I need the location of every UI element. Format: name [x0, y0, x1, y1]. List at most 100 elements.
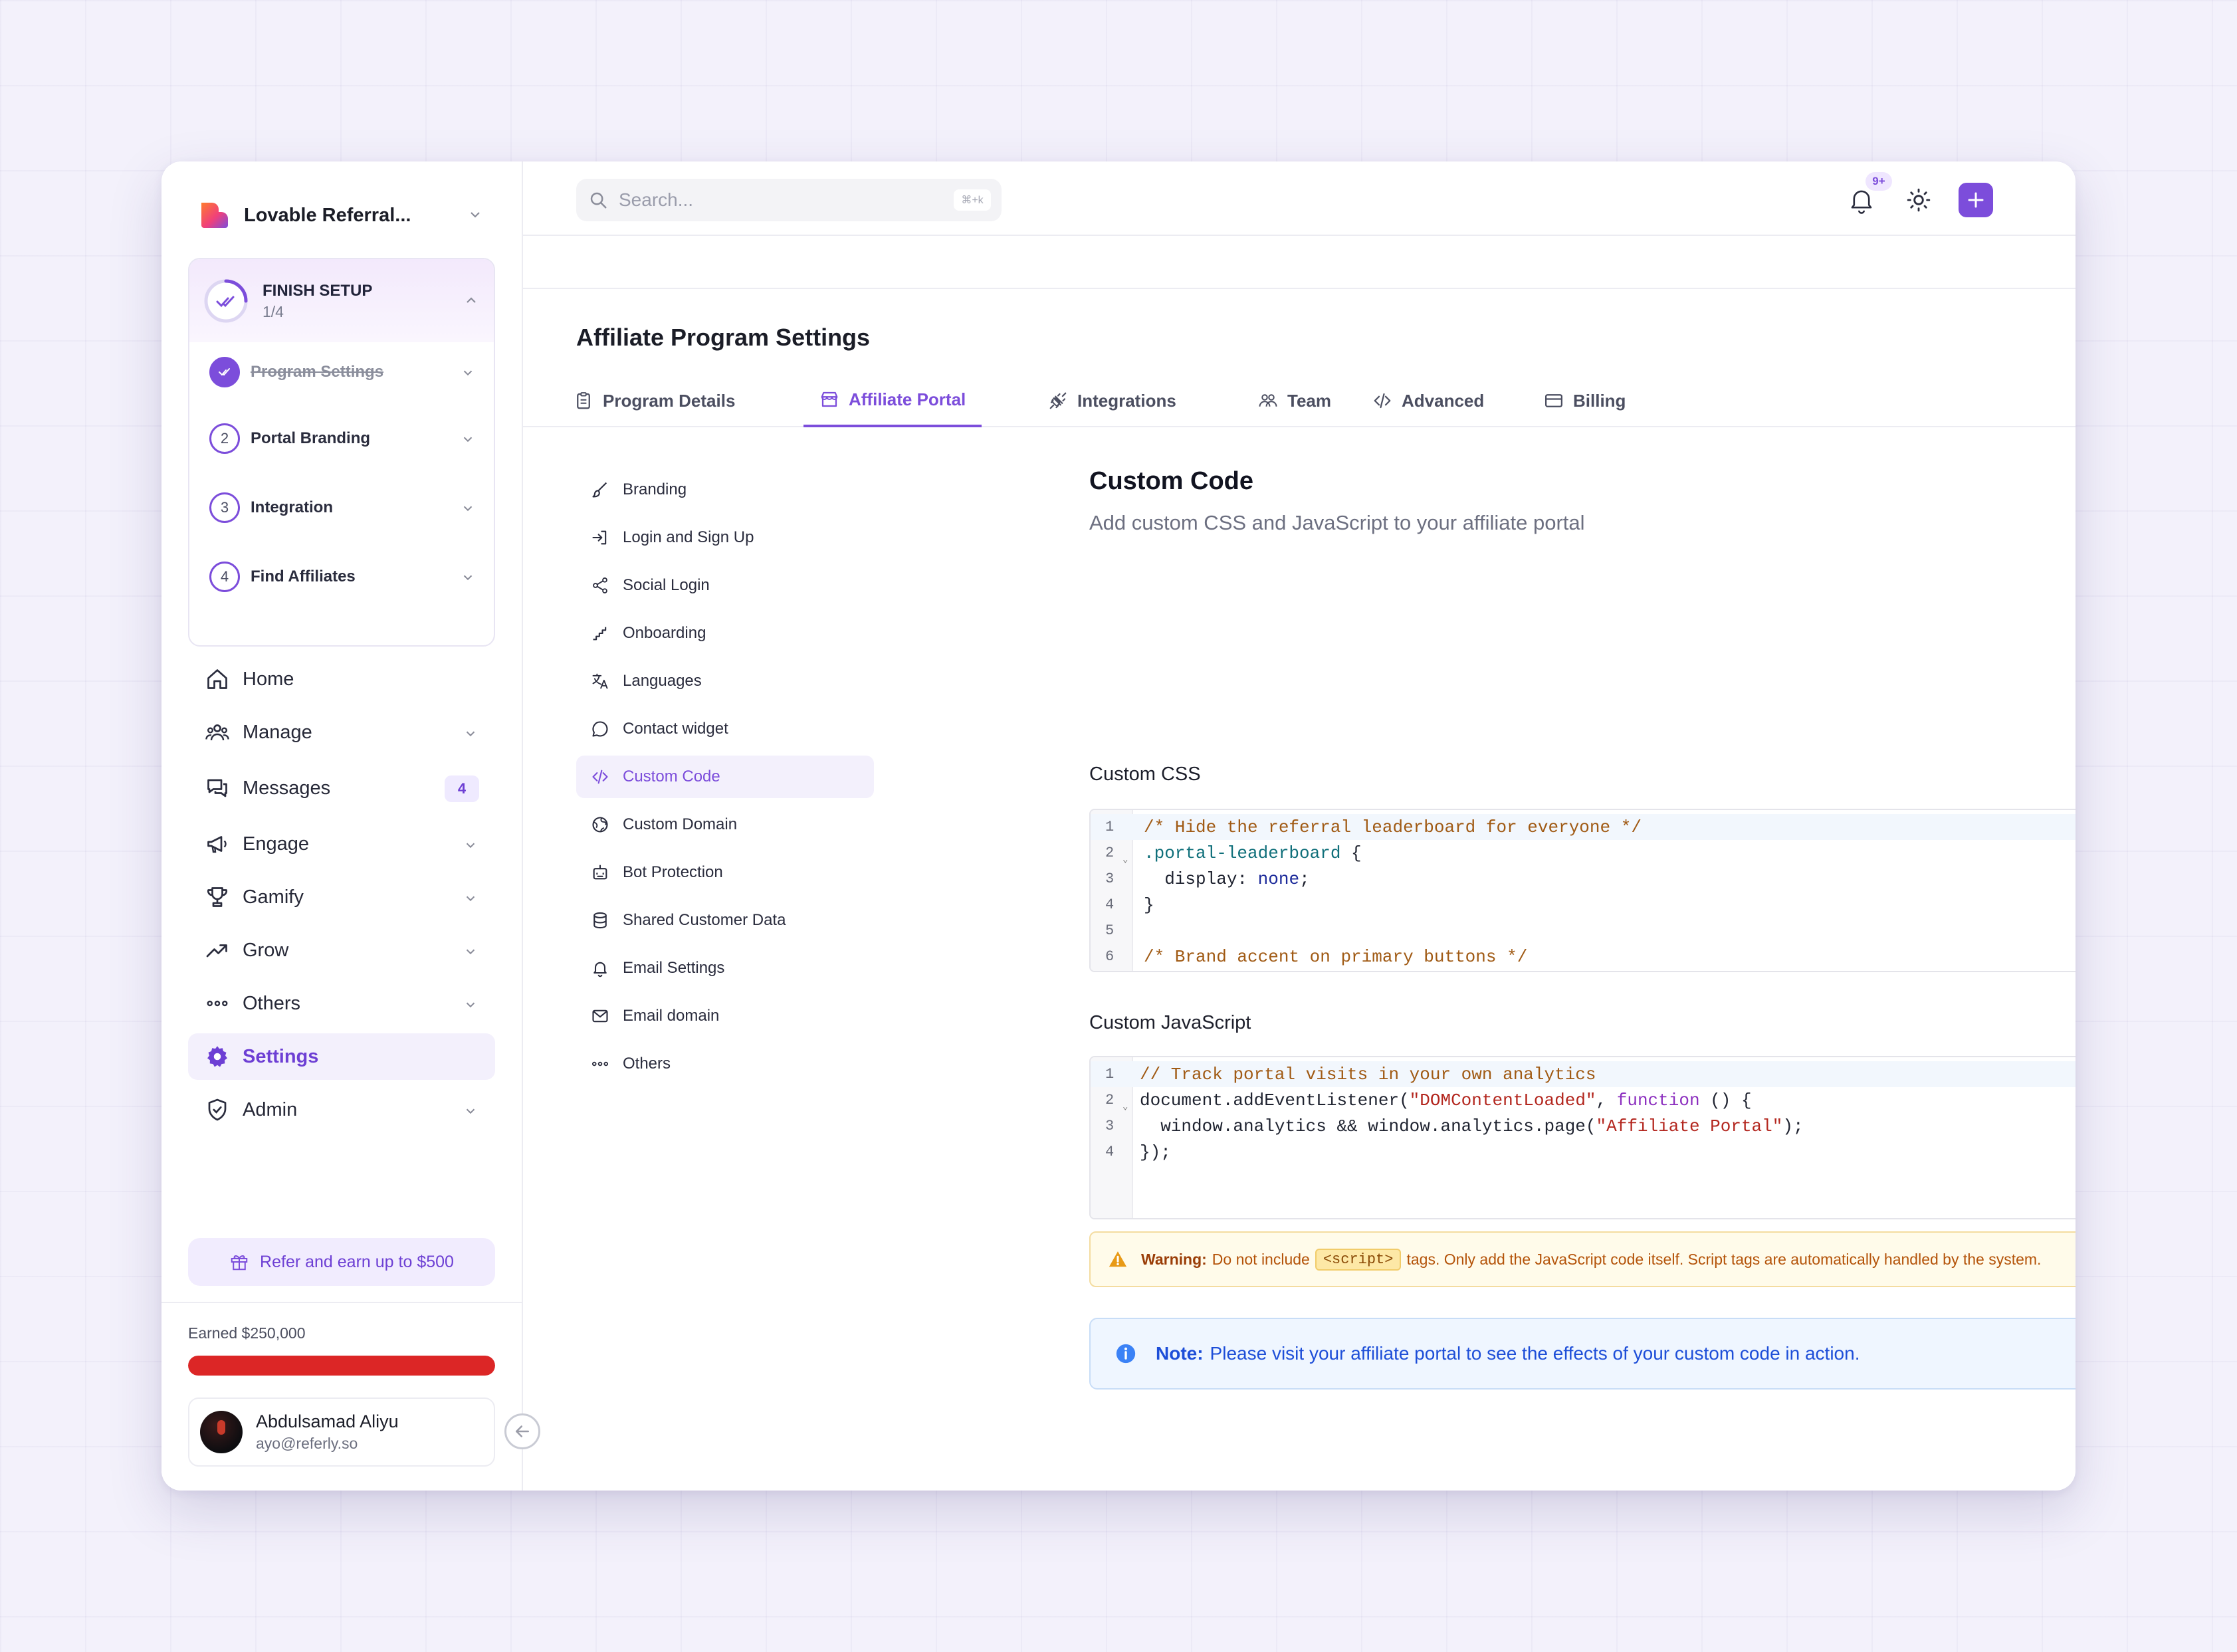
user-name: Abdulsamad Aliyu	[256, 1411, 399, 1431]
menu-item-bot-protection[interactable]: Bot Protection	[576, 851, 874, 894]
code-line: 4}	[1105, 894, 1154, 915]
more-icon	[204, 990, 231, 1017]
chevron-down-icon	[463, 838, 478, 853]
sun-icon	[1906, 187, 1931, 213]
tab-advanced[interactable]: Advanced	[1356, 374, 1500, 427]
tab-team[interactable]: Team	[1242, 374, 1347, 427]
more-icon	[591, 1055, 623, 1073]
nav-others[interactable]: Others	[188, 980, 495, 1027]
search-input[interactable]	[619, 189, 924, 211]
brush-icon	[591, 480, 623, 499]
nav-label: Manage	[243, 721, 312, 743]
setup-progress-ring-icon	[203, 278, 249, 324]
tab-label: Advanced	[1402, 390, 1485, 411]
brand-logo-icon	[197, 199, 231, 232]
tab-integrations[interactable]: Integrations	[1032, 374, 1192, 427]
collapse-sidebar-button[interactable]	[504, 1413, 540, 1449]
nav-settings[interactable]: Settings	[188, 1033, 495, 1080]
main-area: ⌘+k 9+ Affiliate Program Settings Progra…	[523, 161, 2076, 1491]
tab-billing[interactable]: Billing	[1528, 374, 1642, 427]
menu-item-others[interactable]: Others	[576, 1043, 874, 1085]
menu-item-label: Onboarding	[623, 624, 706, 642]
setup-step-find-affiliates[interactable]: 4 Find Affiliates	[209, 560, 475, 594]
nav-grow[interactable]: Grow	[188, 927, 495, 974]
setup-step-integration[interactable]: 3 Integration	[209, 490, 475, 525]
setup-step-portal-branding[interactable]: 2 Portal Branding	[209, 421, 475, 456]
menu-item-label: Custom Domain	[623, 815, 738, 833]
fold-chevron-icon: ⌄	[1122, 1102, 1128, 1112]
setup-count: 1/4	[263, 303, 284, 320]
team-icon	[1258, 391, 1287, 411]
messages-icon	[204, 775, 231, 801]
create-new-button[interactable]	[1959, 183, 1993, 217]
code-line: 1/* Hide the referral leaderboard for ev…	[1091, 814, 2076, 840]
globe-icon	[591, 815, 623, 834]
search-box[interactable]: ⌘+k	[576, 179, 1002, 221]
menu-item-email-settings[interactable]: Email Settings	[576, 947, 874, 989]
home-icon	[204, 666, 231, 692]
theme-toggle-button[interactable]	[1901, 183, 1936, 217]
settings-tabs: Program Details Affiliate Portal Integra…	[523, 374, 2076, 427]
nav-gamify[interactable]: Gamify	[188, 874, 495, 920]
warning-triangle-icon	[1108, 1249, 1141, 1269]
menu-item-label: Social Login	[623, 576, 710, 594]
chevron-down-icon	[461, 501, 475, 516]
messages-count-badge: 4	[445, 775, 479, 802]
nav-label: Grow	[243, 939, 289, 961]
menu-item-social-login[interactable]: Social Login	[576, 564, 874, 607]
nav-label: Others	[243, 992, 301, 1014]
tab-affiliate-portal[interactable]: Affiliate Portal	[803, 374, 982, 427]
shield-icon	[204, 1096, 231, 1123]
section-subtitle: Add custom CSS and JavaScript to your af…	[1089, 511, 1585, 534]
login-icon	[591, 528, 623, 547]
chat-icon	[591, 720, 623, 738]
custom-css-editor[interactable]: 1/* Hide the referral leaderboard for ev…	[1089, 809, 2076, 972]
nav-label: Admin	[243, 1098, 298, 1120]
refer-and-earn-button[interactable]: Refer and earn up to $500	[188, 1238, 495, 1286]
setup-step-program-settings[interactable]: Program Settings	[209, 355, 475, 389]
menu-item-contact-widget[interactable]: Contact widget	[576, 708, 874, 750]
top-bar: ⌘+k 9+	[523, 161, 2076, 236]
menu-item-label: Shared Customer Data	[623, 911, 786, 929]
bell-icon	[591, 959, 623, 978]
menu-item-shared-customer-data[interactable]: Shared Customer Data	[576, 899, 874, 942]
earned-progress-bar	[188, 1356, 495, 1376]
sidebar-divider	[161, 1302, 523, 1303]
custom-js-editor[interactable]: 1// Track portal visits in your own anal…	[1089, 1056, 2076, 1219]
menu-item-onboarding[interactable]: Onboarding	[576, 612, 874, 655]
nav-messages[interactable]: Messages 4	[188, 765, 495, 811]
tab-program-details[interactable]: Program Details	[558, 374, 751, 427]
nav-manage[interactable]: Manage	[188, 709, 495, 756]
finish-setup-header[interactable]: FINISH SETUP 1/4	[189, 259, 494, 342]
menu-item-login-and-sign-up[interactable]: Login and Sign Up	[576, 516, 874, 559]
warning-text-after: tags. Only add the JavaScript code itsel…	[1406, 1250, 2042, 1268]
warning-text-before: Do not include	[1212, 1250, 1310, 1268]
menu-item-custom-code[interactable]: Custom Code	[576, 756, 874, 798]
menu-item-label: Bot Protection	[623, 863, 723, 881]
menu-item-branding[interactable]: Branding	[576, 468, 874, 511]
menu-item-label: Email domain	[623, 1007, 720, 1025]
menu-item-languages[interactable]: Languages	[576, 660, 874, 702]
nav-engage[interactable]: Engage	[188, 821, 495, 867]
check-icon	[209, 357, 240, 387]
translate-icon	[591, 672, 623, 690]
chevron-up-icon	[463, 292, 479, 308]
tab-label: Program Details	[603, 390, 736, 411]
setup-step-label: Portal Branding	[251, 429, 371, 447]
setup-step-label: Program Settings	[251, 363, 384, 381]
menu-item-custom-domain[interactable]: Custom Domain	[576, 803, 874, 846]
code-line: 2 ⌄ .portal-leaderboard {	[1105, 843, 1362, 866]
chevron-down-icon	[463, 997, 478, 1012]
finish-setup-card: FINISH SETUP 1/4 Program Settings 2 Port…	[188, 258, 495, 647]
nav-home[interactable]: Home	[188, 656, 495, 702]
menu-item-email-domain[interactable]: Email domain	[576, 995, 874, 1037]
user-profile-card[interactable]: Abdulsamad Aliyu ayo@referly.so	[188, 1397, 495, 1467]
workspace-switcher[interactable]: Lovable Referral...	[197, 192, 483, 239]
script-tag-chip: <script>	[1315, 1248, 1402, 1271]
step-number-badge: 2	[209, 423, 240, 454]
chevron-down-icon	[461, 365, 475, 380]
nav-admin[interactable]: Admin	[188, 1086, 495, 1133]
menu-item-label: Email Settings	[623, 959, 725, 977]
menu-item-label: Contact widget	[623, 720, 728, 738]
chevron-down-icon	[463, 726, 478, 741]
